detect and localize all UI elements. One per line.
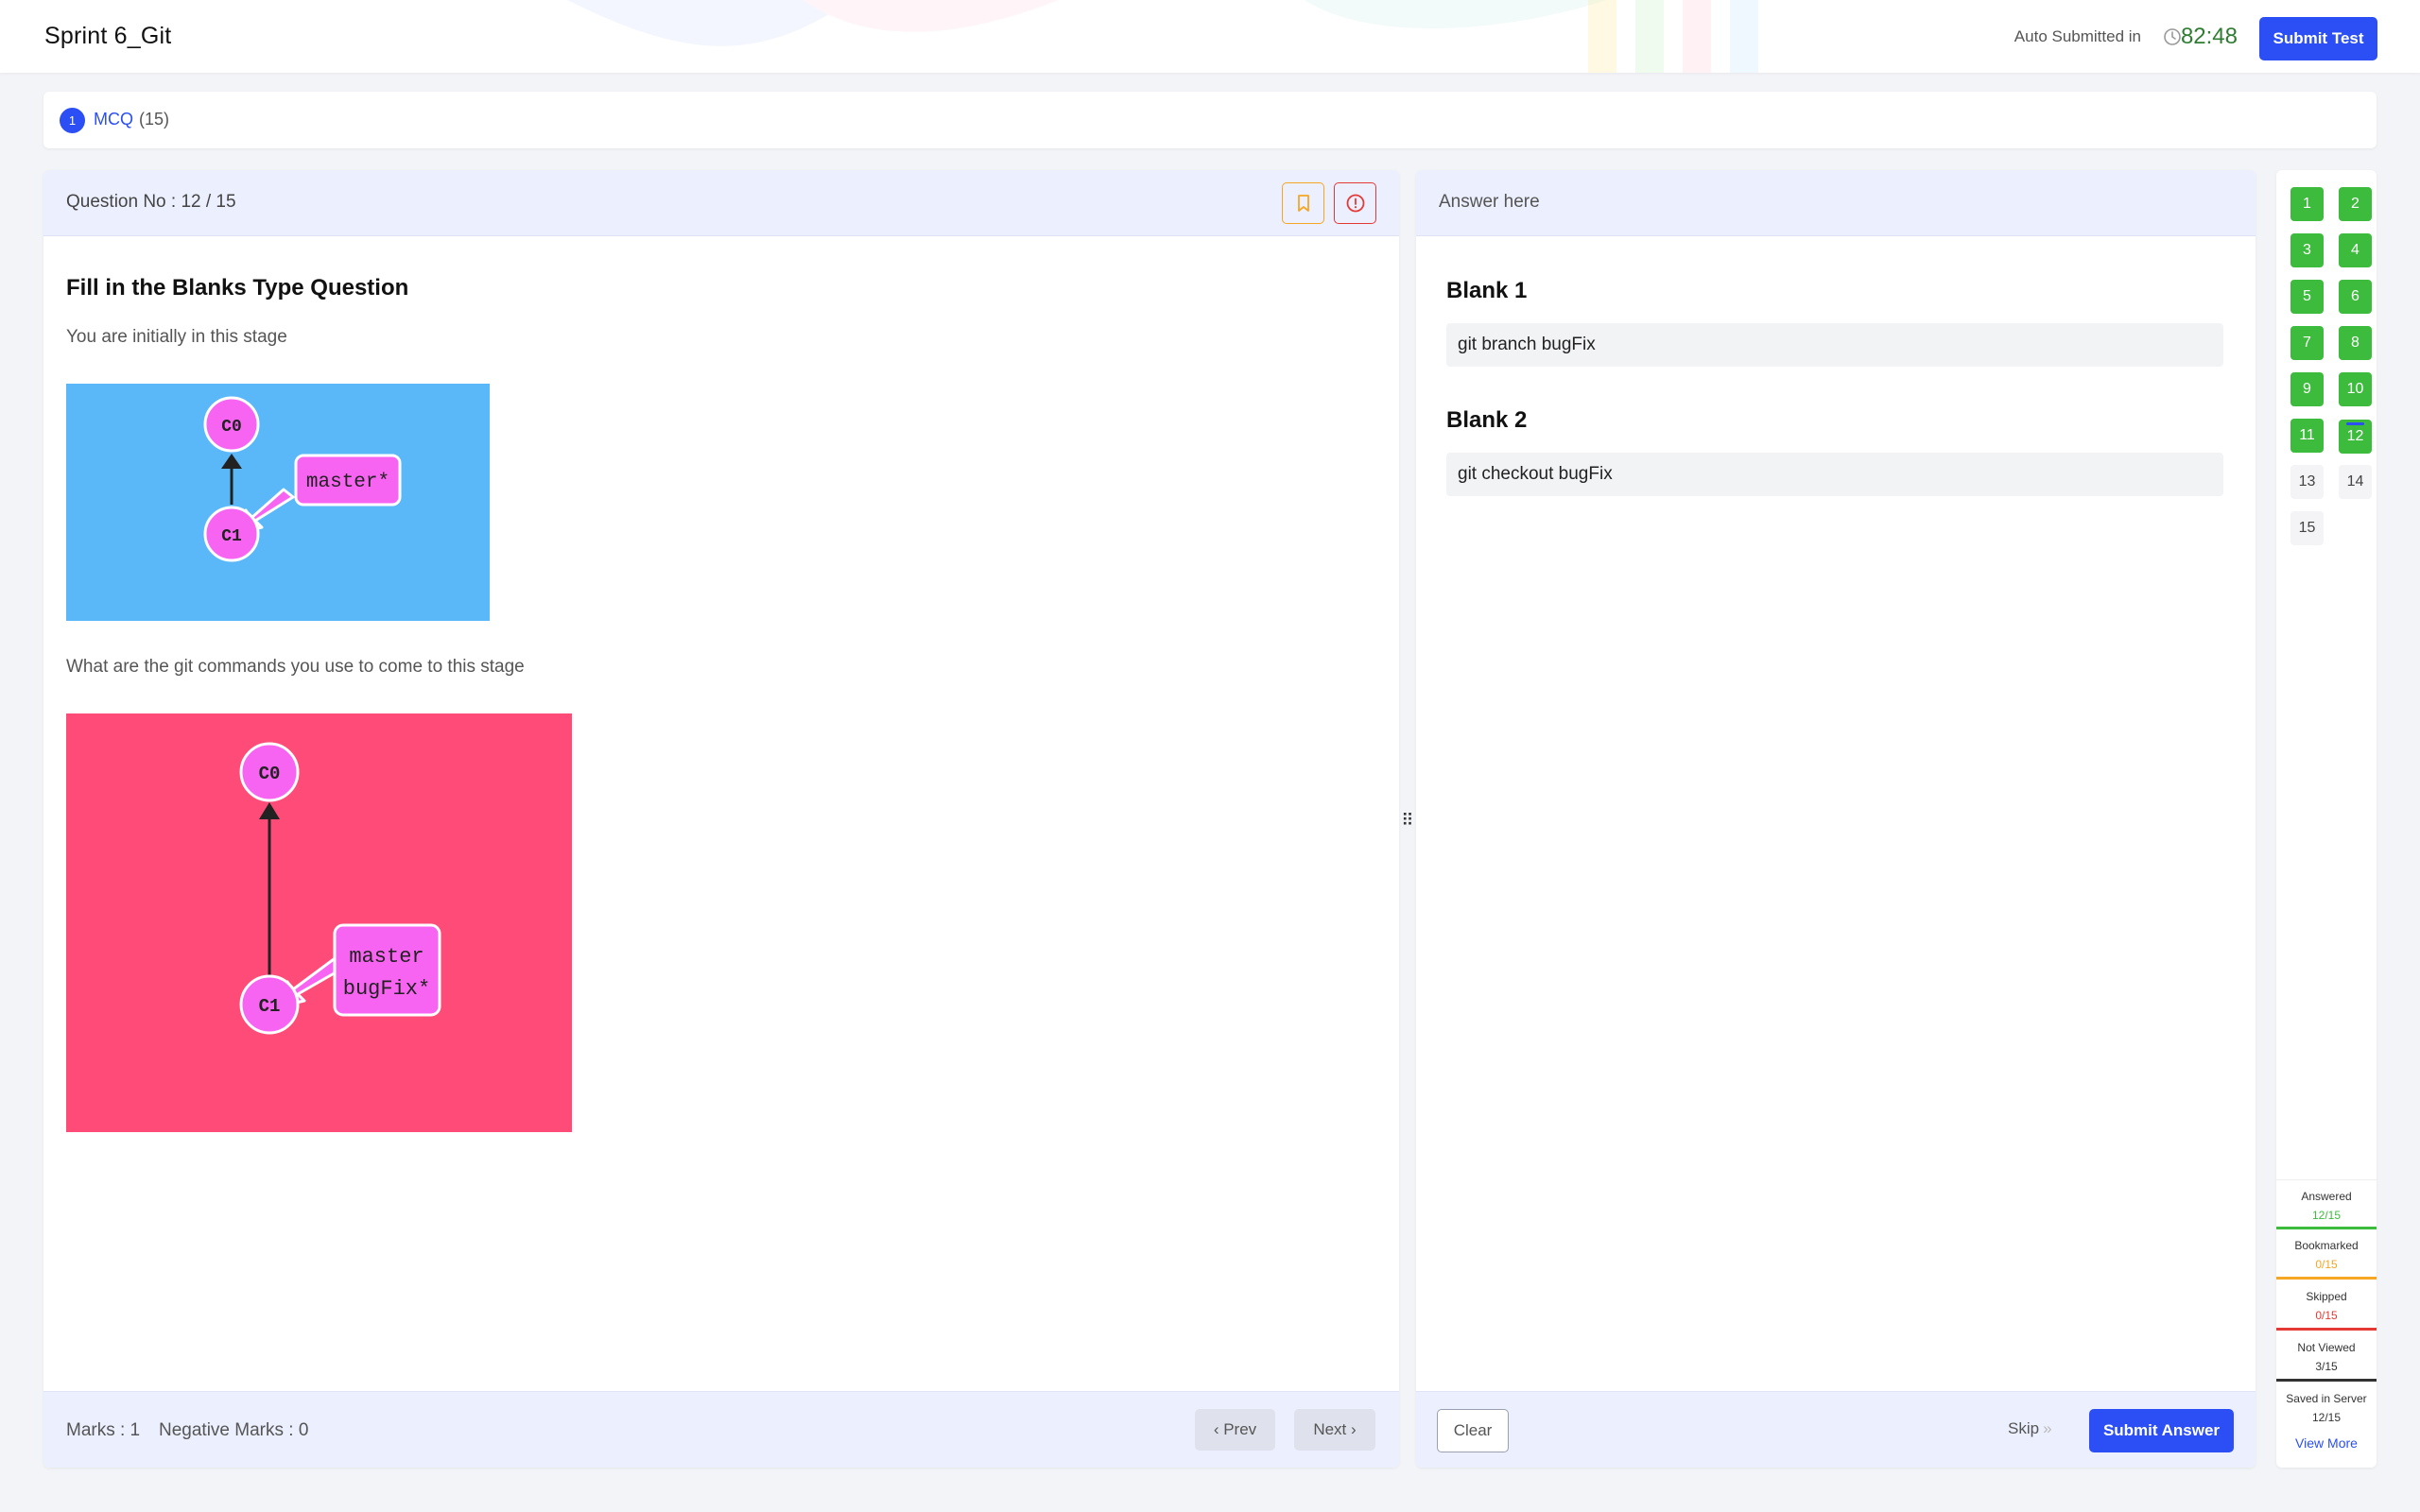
stat-answered: Answered 12/15	[2276, 1179, 2377, 1229]
palette-question-13[interactable]: 13	[2290, 465, 2324, 499]
palette-question-4[interactable]: 4	[2339, 233, 2372, 267]
palette-question-8[interactable]: 8	[2339, 326, 2372, 360]
commit-node-c0: C0	[259, 764, 281, 784]
negative-marks-label: Negative Marks : 0	[159, 1420, 309, 1440]
blank-2-input[interactable]	[1446, 453, 2223, 496]
question-number: Question No : 12 / 15	[66, 192, 236, 212]
palette-question-14[interactable]: 14	[2339, 465, 2372, 499]
answer-title: Answer here	[1439, 192, 1540, 212]
blank-2-label: Blank 2	[1446, 407, 1528, 433]
commit-node-c0: C0	[221, 418, 242, 437]
branch-label-master: master*	[306, 472, 389, 493]
palette-question-6[interactable]: 6	[2339, 280, 2372, 314]
branch-label-master: master	[349, 945, 424, 969]
stat-not-viewed-label: Not Viewed	[2297, 1341, 2356, 1354]
answer-panel: Answer here Blank 1 Blank 2 Clear Skip» …	[1416, 170, 2256, 1468]
clock-icon	[2164, 28, 2181, 45]
stat-saved-in-server: Saved in Server 12/15	[2276, 1383, 2377, 1433]
branch-label-bugfix: bugFix*	[343, 977, 430, 1001]
marks-label: Marks : 1	[66, 1420, 141, 1440]
report-issue-button[interactable]	[1334, 182, 1376, 224]
palette-question-1[interactable]: 1	[2290, 187, 2324, 221]
initial-stage-image: master* C0 C1	[66, 384, 490, 621]
auto-submitted-label: Auto Submitted in	[2014, 27, 2141, 45]
palette-question-15[interactable]: 15	[2290, 511, 2324, 545]
stat-not-viewed: Not Viewed 3/15	[2276, 1332, 2377, 1382]
alert-circle-icon	[1346, 194, 1365, 213]
palette-question-5[interactable]: 5	[2290, 280, 2324, 314]
skip-label: Skip	[2008, 1419, 2040, 1437]
question-panel: Question No : 12 / 15 Fill in the Blanks…	[43, 170, 1399, 1468]
bookmark-icon	[1298, 195, 1309, 212]
section-tabs: 1 MCQ (15)	[43, 92, 2377, 148]
header-decoration	[567, 0, 1607, 46]
stat-skipped-value: 0/15	[2315, 1309, 2338, 1322]
chevron-right-icon: ›	[1346, 1420, 1357, 1438]
stat-skipped-label: Skipped	[2306, 1290, 2347, 1303]
question-header: Question No : 12 / 15	[43, 170, 1399, 236]
countdown-timer: 82:48	[2180, 24, 2238, 49]
palette-question-12[interactable]: 12	[2339, 420, 2372, 454]
top-header: Sprint 6_Git Auto Submitted in 82:48 Sub…	[0, 0, 2420, 73]
commit-node-c1: C1	[259, 996, 281, 1017]
view-more-link[interactable]: View More	[2276, 1435, 2377, 1451]
stat-bookmarked-value: 0/15	[2315, 1258, 2338, 1271]
question-title: Fill in the Blanks Type Question	[66, 275, 409, 301]
submit-test-button[interactable]: Submit Test	[2259, 17, 2377, 60]
answer-footer: Clear Skip» Submit Answer	[1416, 1391, 2256, 1468]
prev-label: Prev	[1223, 1420, 1257, 1438]
question-text-prompt: What are the git commands you use to com…	[66, 657, 525, 677]
question-text-initial: You are initially in this stage	[66, 327, 287, 347]
blank-1-input[interactable]	[1446, 323, 2223, 367]
stat-bookmarked-label: Bookmarked	[2294, 1239, 2359, 1252]
stat-saved-label: Saved in Server	[2286, 1392, 2367, 1405]
section-name[interactable]: MCQ	[94, 110, 133, 129]
drag-handle-icon[interactable]: ⠿	[1399, 809, 1416, 832]
palette-question-10[interactable]: 10	[2339, 372, 2372, 406]
test-title: Sprint 6_Git	[44, 23, 172, 49]
answer-header: Answer here	[1416, 170, 2256, 236]
header-decoration-stripes	[1588, 0, 1758, 73]
commit-node-c1: C1	[221, 527, 242, 546]
stat-skipped: Skipped 0/15	[2276, 1280, 2377, 1331]
stat-not-viewed-value: 3/15	[2315, 1360, 2338, 1373]
prev-button[interactable]: ‹ Prev	[1195, 1409, 1275, 1451]
chevron-left-icon: ‹	[1213, 1420, 1224, 1438]
palette-question-2[interactable]: 2	[2339, 187, 2372, 221]
clear-button[interactable]: Clear	[1437, 1409, 1509, 1452]
next-label: Next	[1313, 1420, 1347, 1438]
palette-question-11[interactable]: 11	[2290, 419, 2324, 453]
section-number-badge: 1	[60, 108, 85, 133]
stat-answered-value: 12/15	[2311, 1209, 2342, 1222]
stat-answered-label: Answered	[2301, 1190, 2352, 1203]
submit-answer-button[interactable]: Submit Answer	[2089, 1409, 2234, 1452]
question-footer: Marks : 1 Negative Marks : 0 ‹ Prev Next…	[43, 1391, 1399, 1468]
bookmark-button[interactable]	[1282, 182, 1324, 224]
question-palette: 1 2 3 4 5 6 7 8 9 10 11 12 13 14 15 Answ…	[2276, 170, 2377, 1468]
blank-1-label: Blank 1	[1446, 278, 1528, 303]
target-stage-image: master bugFix* C0 C1	[66, 713, 572, 1132]
palette-question-9[interactable]: 9	[2290, 372, 2324, 406]
next-button[interactable]: Next ›	[1294, 1409, 1375, 1451]
palette-question-7[interactable]: 7	[2290, 326, 2324, 360]
section-question-count: (15)	[139, 110, 170, 129]
stat-saved-value: 12/15	[2311, 1411, 2342, 1424]
stat-bookmarked: Bookmarked 0/15	[2276, 1229, 2377, 1280]
double-chevron-right-icon: »	[2043, 1419, 2052, 1437]
palette-question-3[interactable]: 3	[2290, 233, 2324, 267]
skip-button[interactable]: Skip»	[2008, 1419, 2052, 1438]
